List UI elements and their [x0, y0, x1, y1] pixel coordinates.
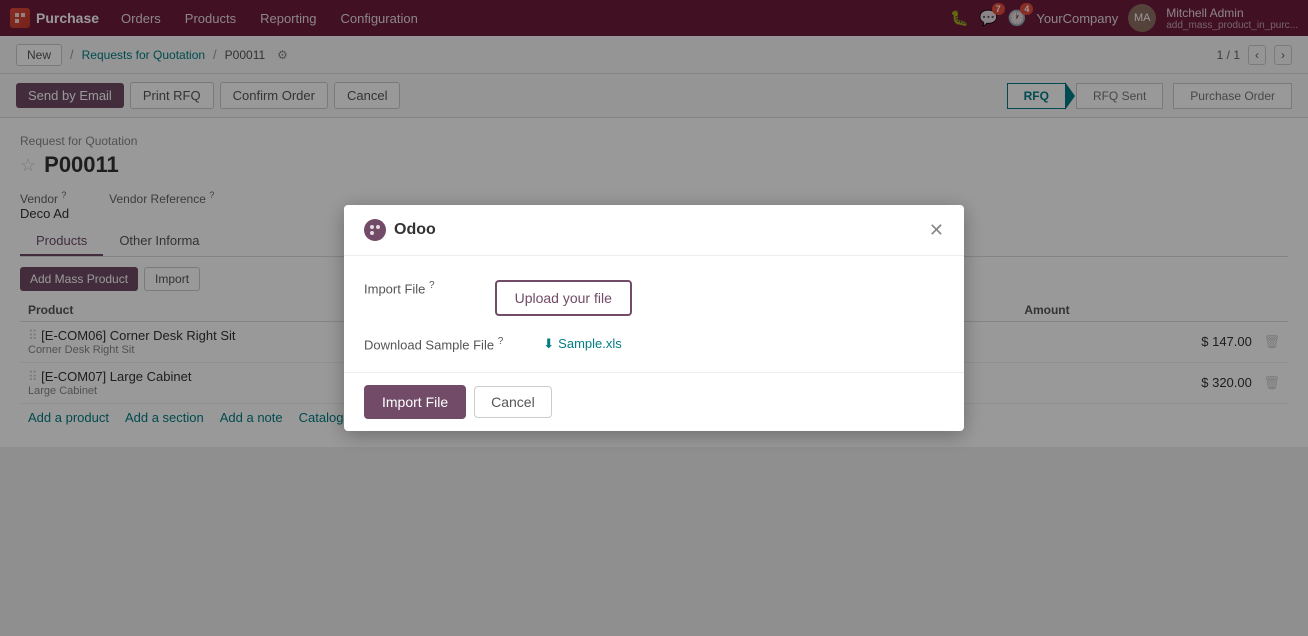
import-file-button[interactable]: Import File [364, 385, 466, 419]
cancel-modal-button[interactable]: Cancel [474, 386, 552, 418]
download-sample-label: Download Sample File ? [364, 336, 503, 352]
odoo-logo-icon [364, 219, 386, 241]
modal-close-button[interactable]: ✕ [929, 221, 944, 239]
modal-header: Odoo ✕ [344, 205, 964, 256]
modal-title-row: Odoo [364, 219, 436, 241]
sample-download-link[interactable]: ⬇ Sample.xls [543, 336, 621, 352]
import-file-row: Import File ? Upload your file [364, 280, 944, 316]
import-file-label: Import File ? [364, 280, 435, 296]
modal-title: Odoo [394, 221, 436, 239]
modal-footer: Import File Cancel [344, 372, 964, 431]
download-sample-row: Download Sample File ? ⬇ Sample.xls [364, 336, 944, 352]
import-modal: Odoo ✕ Import File ? Upload your file Do… [344, 205, 964, 431]
modal-body: Import File ? Upload your file Download … [344, 256, 964, 372]
upload-file-button[interactable]: Upload your file [495, 280, 632, 316]
modal-overlay: Odoo ✕ Import File ? Upload your file Do… [0, 0, 1308, 636]
